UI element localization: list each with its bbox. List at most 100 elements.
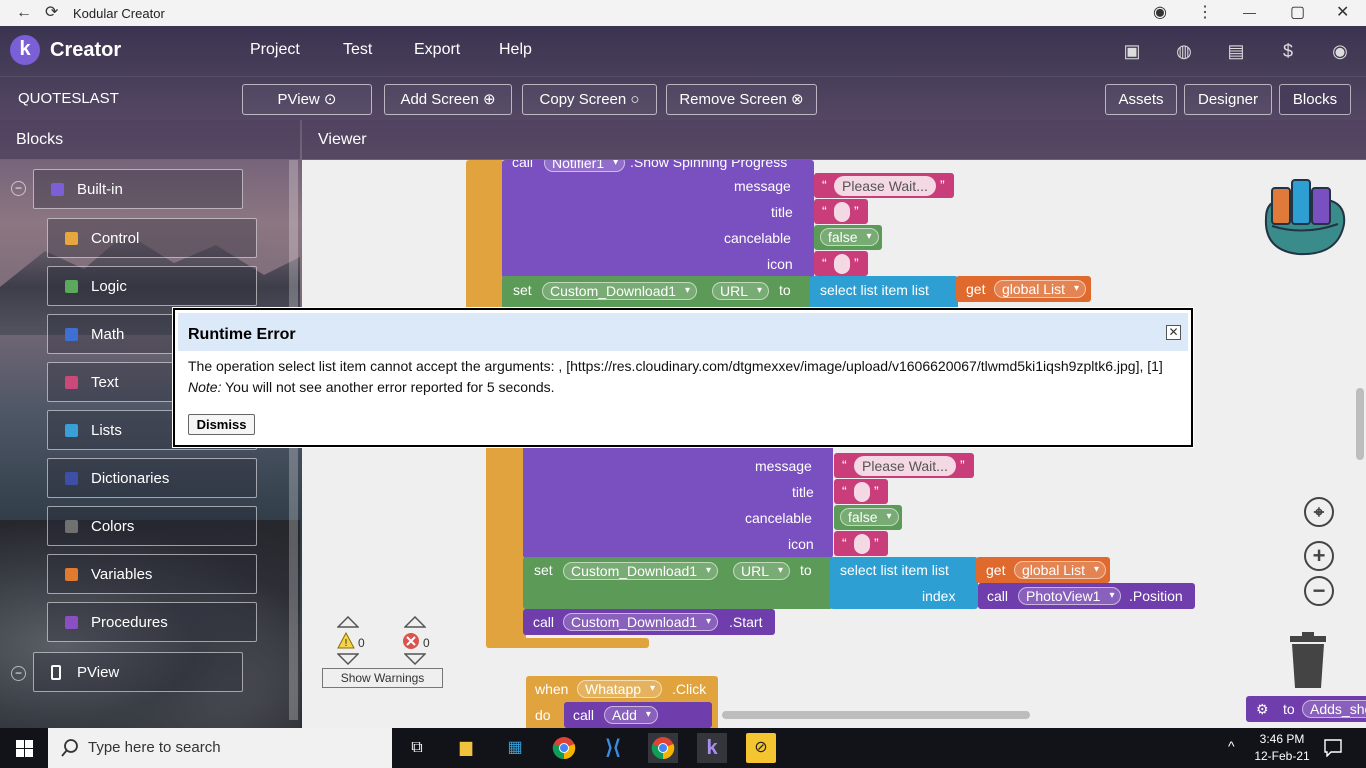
sidebar-item-variables[interactable]: Variables <box>47 554 257 594</box>
sidebar-item-colors[interactable]: Colors <box>47 506 257 546</box>
get-global-block-upper[interactable]: get global List <box>956 276 1091 302</box>
sidebar-item-label: Logic <box>91 278 127 295</box>
false-block[interactable]: false <box>814 225 882 250</box>
pinned-app-icon[interactable]: ⊘ <box>746 733 776 763</box>
recenter-icon[interactable]: ⌖ <box>1304 497 1334 527</box>
collapse-screen-icon[interactable]: − <box>11 666 26 681</box>
download-start-block[interactable]: call Custom_Download1 .Start <box>523 609 775 635</box>
maximize-icon[interactable]: ▢ <box>1290 4 1305 22</box>
text-block-please-wait[interactable]: “ Please Wait... ” <box>814 173 954 198</box>
taskbar-search[interactable]: Type here to search <box>48 728 392 768</box>
select-list-block-upper[interactable]: select list item list <box>810 276 958 310</box>
task-view-icon[interactable]: ⧉ <box>402 733 432 763</box>
set-url-block-upper[interactable]: set Custom_Download1 URL to <box>502 276 812 310</box>
zoom-in-icon[interactable]: + <box>1304 541 1334 571</box>
screen-drawer[interactable]: PView <box>33 652 243 692</box>
text-block-icon[interactable]: “ ” <box>814 251 868 276</box>
show-warnings-button[interactable]: Show Warnings <box>322 668 443 688</box>
error-up-arrow[interactable] <box>404 616 426 628</box>
assets-button[interactable]: Assets <box>1105 84 1177 115</box>
warning-icon: ! <box>337 632 355 649</box>
account-icon[interactable]: ◉ <box>1329 40 1351 62</box>
chrome-icon[interactable] <box>549 733 579 763</box>
add-screen-button[interactable]: Add Screen ⊕ <box>384 84 512 115</box>
sidebar-item-procedures[interactable]: Procedures <box>47 602 257 642</box>
remove-screen-button[interactable]: Remove Screen ⊗ <box>666 84 817 115</box>
zoom-out-icon[interactable]: − <box>1304 576 1334 606</box>
trash-icon[interactable] <box>1286 632 1330 688</box>
sidebar-item-dictionaries[interactable]: Dictionaries <box>47 458 257 498</box>
blocks-button[interactable]: Blocks <box>1279 84 1351 115</box>
windows-start-icon[interactable] <box>16 740 33 757</box>
error-count: 0 <box>423 636 430 650</box>
blocks-panel-header: Blocks <box>0 120 300 160</box>
sidebar-item-control[interactable]: Control <box>47 218 257 258</box>
privacy-icon[interactable]: ◉ <box>1153 4 1167 22</box>
false-block-lower[interactable]: false <box>834 505 902 530</box>
taskbar-clock[interactable]: 3:46 PM 12-Feb-21 <box>1253 731 1311 765</box>
event-block-upper[interactable] <box>466 160 504 310</box>
error-down-arrow[interactable] <box>404 653 426 665</box>
workspace-vscrollbar[interactable] <box>1356 388 1364 460</box>
screen-label: PView <box>77 664 120 681</box>
back-icon[interactable]: ← <box>16 4 32 22</box>
store-icon[interactable]: ▦ <box>500 733 530 763</box>
text-block-icon-lower[interactable]: “ ” <box>834 531 888 556</box>
designer-button[interactable]: Designer <box>1184 84 1272 115</box>
copy-screen-button[interactable]: Copy Screen ○ <box>522 84 657 115</box>
tray-chevron-icon[interactable]: ^ <box>1228 738 1235 754</box>
sidebar-item-label: Control <box>91 230 140 247</box>
dollar-icon[interactable]: $ <box>1277 40 1299 62</box>
library-icon[interactable]: ▤ <box>1225 40 1247 62</box>
workspace-hscrollbar[interactable] <box>722 711 1030 719</box>
dictionaries-icon <box>65 472 78 485</box>
notifier-call-block-lower[interactable]: message title cancelable icon <box>523 440 833 558</box>
chrome-profile-icon[interactable] <box>648 733 678 763</box>
photoview-position-block[interactable]: call PhotoView1 .Position <box>978 583 1195 609</box>
text-block-empty-lower[interactable]: “ ” <box>834 479 888 504</box>
call-add-block[interactable]: call Add <box>564 702 712 728</box>
dialog-close-icon[interactable]: ✕ <box>1166 325 1181 340</box>
event-block-lower[interactable] <box>486 440 526 648</box>
file-explorer-icon[interactable]: ▆ <box>451 733 481 763</box>
gallery-icon[interactable]: ▣ <box>1121 40 1143 62</box>
reload-icon[interactable]: ⟳ <box>45 4 58 22</box>
sidebar-item-logic[interactable]: Logic <box>47 266 257 306</box>
menu-test[interactable]: Test <box>343 41 372 59</box>
backpack-icon[interactable] <box>1258 174 1350 258</box>
kodular-logo[interactable]: k <box>10 35 40 65</box>
collapse-builtin-icon[interactable]: − <box>11 181 26 196</box>
warn-down-arrow[interactable] <box>337 653 359 665</box>
builtin-label: Built-in <box>77 181 123 198</box>
screen-select-button[interactable]: PView ⊙ <box>242 84 372 115</box>
brand-title: Creator <box>50 39 122 61</box>
text-icon <box>65 376 78 389</box>
procedure-adds-block[interactable]: ⚙ to Adds_sho <box>1246 696 1366 722</box>
close-icon[interactable]: ✕ <box>1336 4 1349 22</box>
builtin-drawer[interactable]: Built-in <box>33 169 243 209</box>
gear-icon[interactable]: ⚙ <box>1256 701 1269 718</box>
get-global-block-lower[interactable]: get global List <box>976 557 1110 583</box>
text-block-please-wait-lower[interactable]: “ Please Wait... ” <box>834 453 974 478</box>
kodular-taskbar-icon[interactable]: k <box>697 733 727 763</box>
vscode-icon[interactable]: ⟩⟨ <box>598 733 628 763</box>
text-block-empty[interactable]: “ ” <box>814 199 868 224</box>
sidebar-item-label: Dictionaries <box>91 470 170 487</box>
warn-up-arrow[interactable] <box>337 616 359 628</box>
menu-export[interactable]: Export <box>414 41 460 59</box>
select-list-block-lower[interactable]: select list item list index <box>830 557 978 609</box>
menu-help[interactable]: Help <box>499 41 532 59</box>
dismiss-button[interactable]: Dismiss <box>188 414 255 435</box>
palette-icon[interactable]: ◍ <box>1173 40 1195 62</box>
sidebar-item-label: Colors <box>91 518 135 535</box>
notification-icon[interactable] <box>1324 739 1342 757</box>
more-icon[interactable]: ⋮ <box>1197 4 1213 22</box>
variables-icon <box>65 568 78 581</box>
error-icon <box>403 633 419 649</box>
set-url-block-lower[interactable]: set Custom_Download1 URL to <box>523 557 833 609</box>
notifier-call-block[interactable]: call Notifier1 .Show Spinning Progress m… <box>502 160 814 278</box>
menu-project[interactable]: Project <box>250 41 300 59</box>
control-icon <box>65 232 78 245</box>
procedures-icon <box>65 616 78 629</box>
minimize-icon[interactable]: — <box>1243 4 1256 22</box>
